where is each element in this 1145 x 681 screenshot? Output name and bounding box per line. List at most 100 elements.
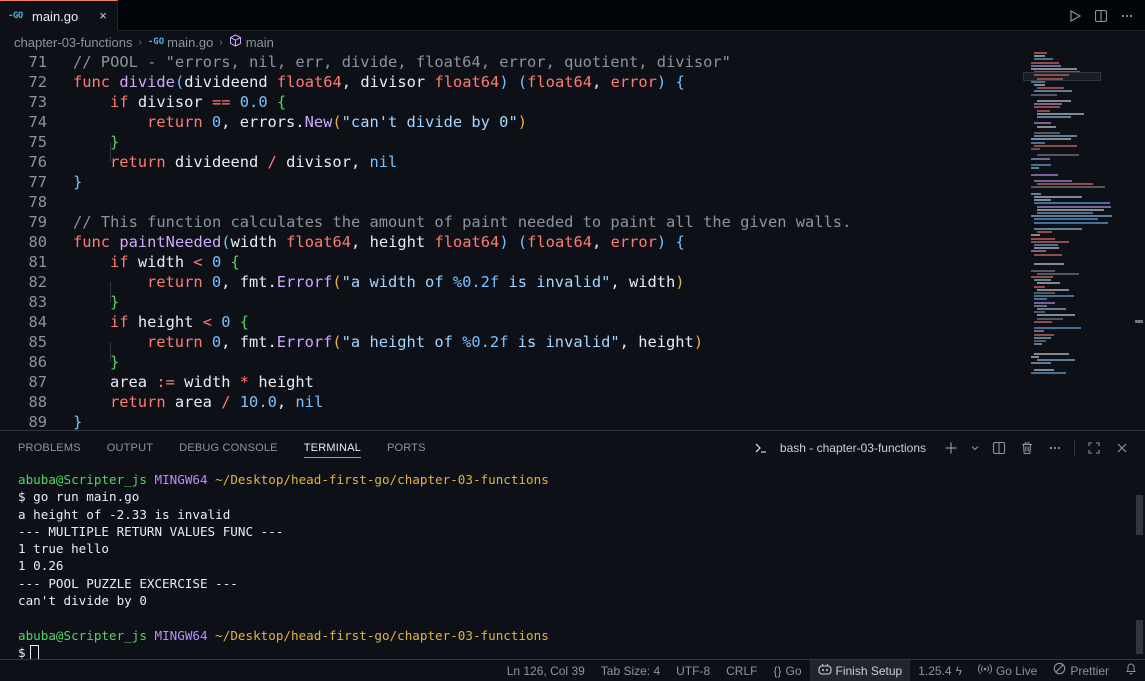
run-icon[interactable] xyxy=(1065,6,1085,26)
split-editor-icon[interactable] xyxy=(1091,6,1111,26)
code-token: 0 xyxy=(211,113,222,131)
tab-terminal[interactable]: TERMINAL xyxy=(303,431,362,465)
editor-tab-bar: -GO main.go × xyxy=(0,0,1145,31)
code-text: } xyxy=(73,172,82,192)
line-number: 73 xyxy=(28,93,47,111)
tab-ports[interactable]: PORTS xyxy=(387,431,426,465)
minimap[interactable] xyxy=(1023,52,1135,430)
terminal-output-line: --- POOL PUZZLE EXCERCISE --- xyxy=(18,575,238,591)
go-version[interactable]: 1.25.4 ϟ xyxy=(910,660,970,681)
cursor-position[interactable]: Ln 126, Col 39 xyxy=(499,660,593,681)
code-token: 0 xyxy=(211,253,222,271)
code-line[interactable]: 72 func divide(divideend float64, divisor… xyxy=(0,72,1020,92)
terminal-output[interactable]: abuba@Scripter_js MINGW64 ~/Desktop/head… xyxy=(18,471,549,662)
line-number: 79 xyxy=(28,213,47,231)
minimap-line xyxy=(1034,336,1051,339)
prettier-status[interactable]: Prettier xyxy=(1045,660,1117,681)
go-live-button[interactable]: Go Live xyxy=(970,660,1045,681)
notifications-button[interactable] xyxy=(1117,660,1145,681)
code-token: { xyxy=(267,93,287,111)
language-mode[interactable]: {} Go xyxy=(765,660,809,681)
code-token: ) { xyxy=(656,233,685,251)
tab-debug-console[interactable]: DEBUG CONSOLE xyxy=(179,431,278,465)
tab-size[interactable]: Tab Size: 4 xyxy=(593,660,668,681)
finish-setup-button[interactable]: Finish Setup xyxy=(809,659,911,681)
line-number: 83 xyxy=(28,293,47,311)
code-token: float64 xyxy=(286,233,352,251)
new-terminal-icon[interactable] xyxy=(942,439,960,457)
code-token: 10.0 xyxy=(239,393,277,411)
line-number: 89 xyxy=(28,413,47,430)
line-number: 88 xyxy=(28,393,47,411)
trash-icon[interactable] xyxy=(1018,439,1036,457)
maximize-panel-icon[interactable] xyxy=(1085,439,1103,457)
code-line[interactable]: 87 area := width * height xyxy=(0,372,1020,392)
chevron-right-icon: › xyxy=(138,36,142,48)
close-icon[interactable]: × xyxy=(95,8,111,24)
more-actions-icon[interactable] xyxy=(1117,6,1137,26)
code-token: } xyxy=(110,353,120,371)
line-number: 80 xyxy=(28,233,47,251)
code-token: ) { xyxy=(656,73,685,91)
code-line[interactable]: 76 return divideend / divisor, nil xyxy=(0,152,1020,172)
code-line[interactable]: 73 if divisor == 0.0 { xyxy=(0,92,1020,112)
minimap-line xyxy=(1031,362,1052,365)
minimap-line xyxy=(1034,368,1054,371)
code-line[interactable]: 89} xyxy=(0,412,1020,430)
chevron-right-icon: › xyxy=(219,36,223,48)
close-panel-icon[interactable] xyxy=(1113,439,1131,457)
more-actions-icon[interactable] xyxy=(1046,439,1064,457)
code-token: New xyxy=(304,113,333,131)
code-text: } xyxy=(110,352,119,372)
code-line[interactable]: 88 return area / 10.0, nil xyxy=(0,392,1020,412)
code-line[interactable]: 74 return 0, errors.New("can't divide by … xyxy=(0,112,1020,132)
line-number: 78 xyxy=(28,193,47,211)
code-line[interactable]: 84 if height < 0 { xyxy=(0,312,1020,332)
terminal-scrollbar-thumb[interactable] xyxy=(1136,620,1143,654)
code-line[interactable]: 81 if width < 0 { xyxy=(0,252,1020,272)
code-token: Errorf xyxy=(276,273,333,291)
code-token: error xyxy=(610,73,657,91)
code-line[interactable]: 86} xyxy=(0,352,1020,372)
code-token: area xyxy=(110,373,157,391)
split-terminal-icon[interactable] xyxy=(990,439,1008,457)
terminal-command: $ go run main.go xyxy=(18,489,140,505)
minimap-line xyxy=(1037,308,1067,310)
minimap-line xyxy=(1034,244,1058,246)
terminal-output-line: can't divide by 0 xyxy=(18,593,147,609)
code-editor[interactable]: 71 // POOL - "errors, nil, err, divide, f… xyxy=(0,52,1145,430)
code-token: ( xyxy=(174,73,185,91)
tab-problems[interactable]: PROBLEMS xyxy=(18,431,81,465)
code-token: return xyxy=(110,393,175,411)
code-token: Errorf xyxy=(276,333,333,351)
minimap-slider[interactable] xyxy=(1023,72,1101,81)
line-ending[interactable]: CRLF xyxy=(718,660,765,681)
code-line[interactable]: 77} xyxy=(0,172,1020,192)
terminal-scrollbar-thumb[interactable] xyxy=(1136,495,1143,535)
minimap-line xyxy=(1031,164,1051,166)
code-line[interactable]: 79 // This function calculates the amount… xyxy=(0,212,1020,232)
file-encoding[interactable]: UTF-8 xyxy=(668,660,718,681)
code-token: 0 xyxy=(211,333,222,351)
code-token: } xyxy=(73,413,83,430)
code-line[interactable]: 80 func paintNeeded(width float64, height… xyxy=(0,232,1020,252)
breadcrumb-symbol[interactable]: main xyxy=(246,35,274,50)
terminal-scrollbar[interactable] xyxy=(1135,465,1145,660)
chevron-down-icon[interactable] xyxy=(970,439,980,457)
finish-setup-label: Finish Setup xyxy=(835,663,903,678)
breadcrumb-file[interactable]: main.go xyxy=(167,35,213,50)
code-line[interactable]: 82 return 0, fmt.Errorf("a width of %0.2f… xyxy=(0,272,1020,292)
code-line[interactable]: 85 return 0, fmt.Errorf("a height of %0.2… xyxy=(0,332,1020,352)
tab-output[interactable]: OUTPUT xyxy=(107,431,153,465)
code-line[interactable]: 75} xyxy=(0,132,1020,152)
code-line[interactable]: 83} xyxy=(0,292,1020,312)
breadcrumb-folder[interactable]: chapter-03-functions xyxy=(14,35,133,50)
tab-main-go[interactable]: -GO main.go × xyxy=(0,0,118,31)
code-line[interactable]: 78 xyxy=(0,192,1020,212)
code-token: "a height of xyxy=(341,333,463,351)
minimap-line xyxy=(1034,122,1051,125)
terminal-instance-label[interactable]: bash - chapter-03-functions xyxy=(780,441,926,455)
code-line[interactable]: 71 // POOL - "errors, nil, err, divide, f… xyxy=(0,52,1020,72)
editor-scrollbar[interactable] xyxy=(1135,320,1143,323)
